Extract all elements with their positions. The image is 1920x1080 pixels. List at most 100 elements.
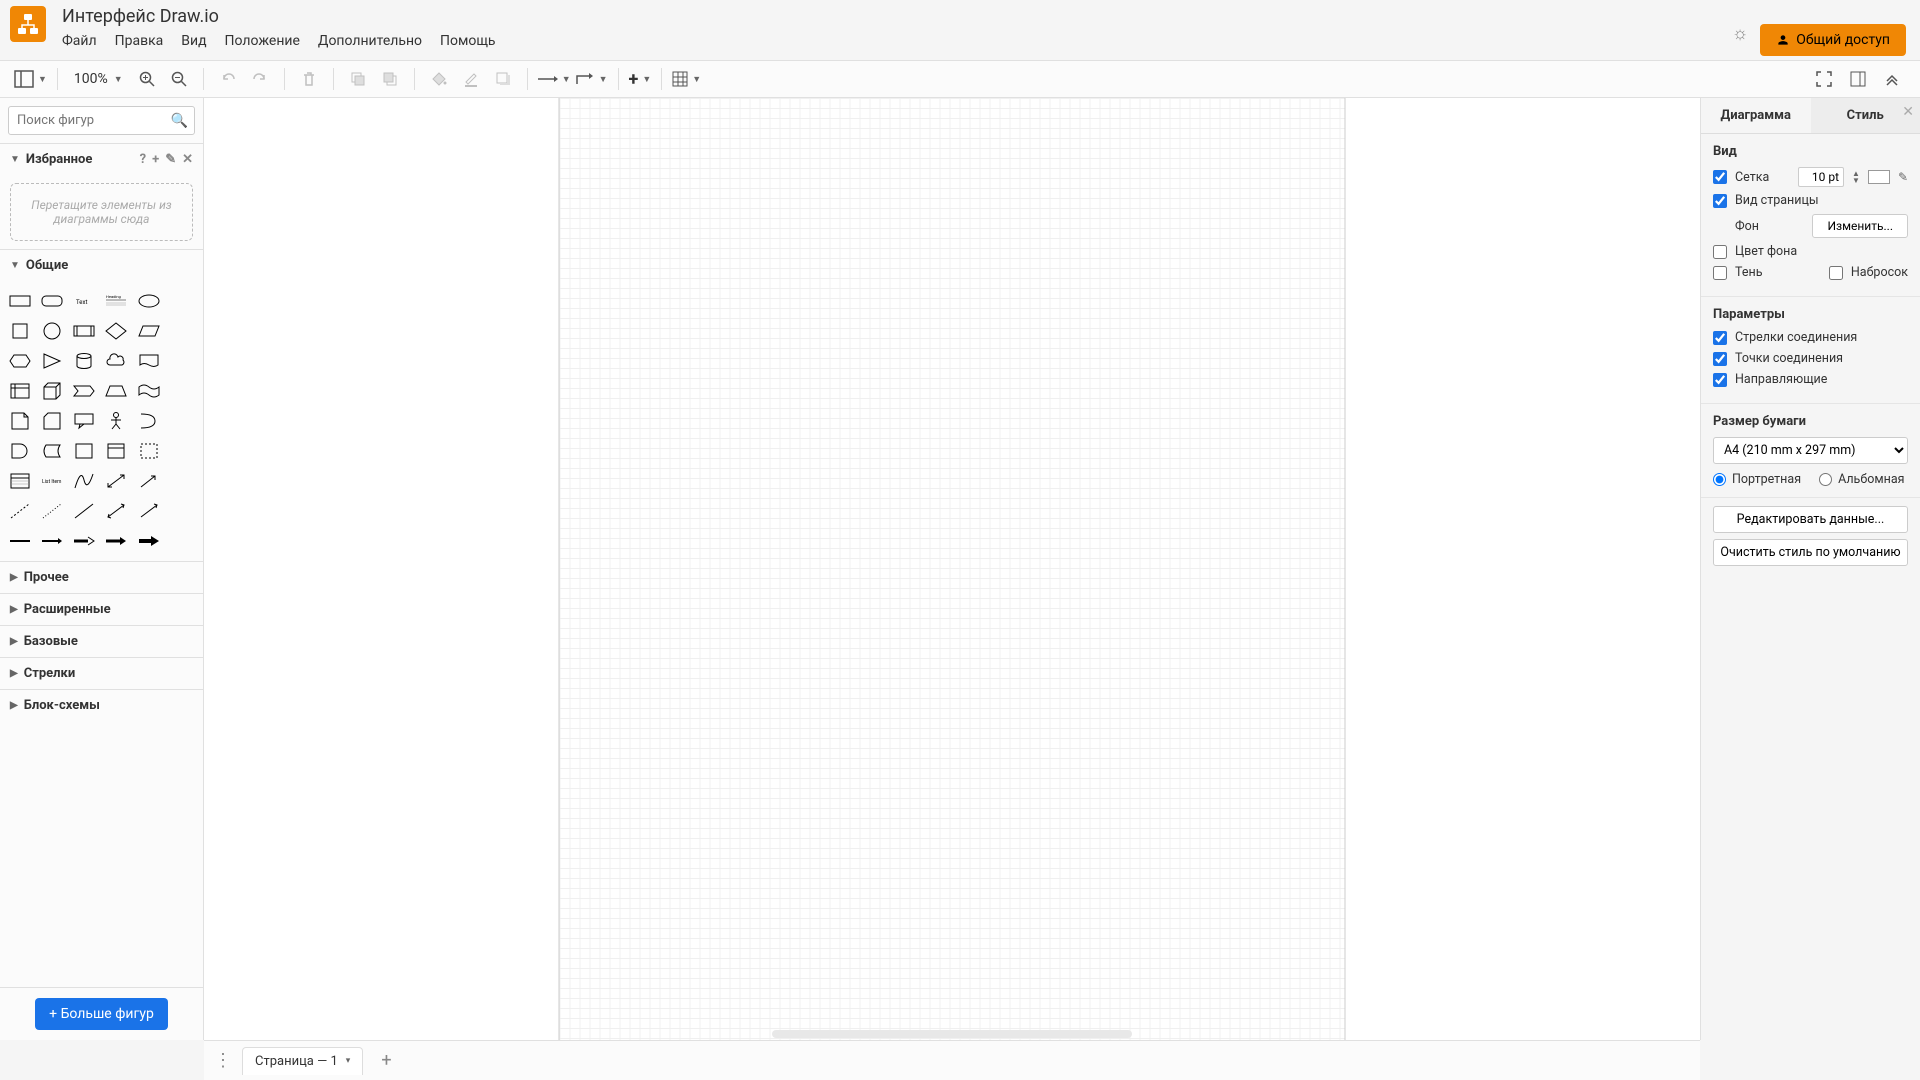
theme-toggle-icon[interactable]: ☼ — [1732, 23, 1749, 44]
shape-note[interactable] — [6, 407, 34, 435]
reset-style-button[interactable]: Очистить стиль по умолчанию — [1713, 539, 1908, 566]
shape-thin-arrow[interactable] — [38, 527, 66, 555]
close-panel-icon[interactable]: ✕ — [1902, 104, 1914, 120]
radio-portrait-wrap[interactable]: Портретная — [1713, 472, 1801, 487]
shape-cube[interactable] — [38, 377, 66, 405]
app-logo[interactable] — [10, 6, 46, 42]
line-color-button[interactable] — [457, 65, 485, 93]
shape-internal-storage[interactable] — [6, 377, 34, 405]
shape-dashed-line[interactable] — [6, 497, 34, 525]
shape-step[interactable] — [70, 377, 98, 405]
menu-help[interactable]: Помощь — [440, 33, 496, 49]
fullscreen-button[interactable] — [1810, 65, 1838, 93]
tab-diagram[interactable]: Диаграмма — [1701, 98, 1811, 133]
menu-arrange[interactable]: Положение — [225, 33, 300, 49]
shape-rounded-rect[interactable] — [38, 287, 66, 315]
waypoint-dropdown[interactable]: ▼ — [575, 72, 608, 86]
shape-trapezoid[interactable] — [102, 377, 130, 405]
shape-link[interactable] — [6, 527, 34, 555]
shadow-button[interactable] — [489, 65, 517, 93]
grid-size-stepper[interactable]: ▲▼ — [1852, 170, 1860, 184]
view-dropdown[interactable]: ▼ — [14, 70, 47, 88]
shape-data-storage[interactable] — [38, 437, 66, 465]
shape-titled-container[interactable] — [102, 437, 130, 465]
shape-group[interactable] — [135, 437, 163, 465]
shape-and[interactable] — [6, 437, 34, 465]
shape-text[interactable]: Text — [70, 287, 98, 315]
edit-icon[interactable]: ✎ — [165, 152, 176, 167]
insert-dropdown[interactable]: +▼ — [629, 69, 652, 90]
shape-hexagon[interactable] — [6, 347, 34, 375]
shape-list-item[interactable]: List Item — [38, 467, 66, 495]
shape-bidirectional-arrow[interactable] — [102, 467, 130, 495]
shape-list[interactable] — [6, 467, 34, 495]
section-header-misc[interactable]: ▶Прочее — [0, 562, 203, 593]
checkbox-sketch[interactable] — [1829, 266, 1843, 280]
shape-document[interactable] — [135, 347, 163, 375]
shape-container[interactable] — [70, 437, 98, 465]
table-dropdown[interactable]: ▼ — [672, 71, 701, 87]
shape-parallelogram[interactable] — [135, 317, 163, 345]
format-panel-button[interactable] — [1844, 65, 1872, 93]
search-input[interactable] — [9, 107, 194, 134]
connection-dropdown[interactable]: ▼ — [538, 74, 571, 85]
close-icon[interactable]: ✕ — [182, 152, 193, 167]
collapse-button[interactable] — [1878, 65, 1906, 93]
section-header-arrows[interactable]: ▶Стрелки — [0, 658, 203, 689]
shape-bidir-connector[interactable] — [102, 497, 130, 525]
radio-landscape[interactable] — [1819, 473, 1832, 486]
change-background-button[interactable]: Изменить... — [1812, 214, 1908, 238]
shape-card[interactable] — [38, 407, 66, 435]
shape-tape[interactable] — [135, 377, 163, 405]
checkbox-bg-color[interactable] — [1713, 245, 1727, 259]
paper-size-select[interactable]: A4 (210 mm x 297 mm) — [1713, 437, 1908, 464]
canvas-area[interactable] — [204, 98, 1700, 1040]
shape-cylinder[interactable] — [70, 347, 98, 375]
checkbox-guides[interactable] — [1713, 373, 1727, 387]
section-header-general[interactable]: ▼ Общие — [0, 250, 203, 281]
shape-triangle[interactable] — [38, 347, 66, 375]
menu-edit[interactable]: Правка — [115, 33, 164, 49]
delete-button[interactable] — [295, 65, 323, 93]
checkbox-conn-arrows[interactable] — [1713, 331, 1727, 345]
more-shapes-button[interactable]: + Больше фигур — [35, 998, 168, 1030]
shape-rectangle[interactable] — [6, 287, 34, 315]
zoom-out-button[interactable] — [165, 65, 193, 93]
menu-view[interactable]: Вид — [181, 33, 206, 49]
edit-data-button[interactable]: Редактировать данные... — [1713, 506, 1908, 533]
radio-portrait[interactable] — [1713, 473, 1726, 486]
shape-thick-arrow[interactable] — [102, 527, 130, 555]
shape-ellipse[interactable] — [135, 287, 163, 315]
menu-extras[interactable]: Дополнительно — [318, 33, 422, 49]
redo-button[interactable] — [246, 65, 274, 93]
undo-button[interactable] — [214, 65, 242, 93]
grid-size-input[interactable] — [1798, 167, 1844, 187]
to-front-button[interactable] — [344, 65, 372, 93]
shape-callout[interactable] — [70, 407, 98, 435]
to-back-button[interactable] — [376, 65, 404, 93]
shape-actor[interactable] — [102, 407, 130, 435]
help-icon[interactable]: ? — [140, 152, 146, 167]
section-header-basic[interactable]: ▶Базовые — [0, 626, 203, 657]
scratch-dropzone[interactable]: Перетащите элементы из диаграммы сюда — [10, 183, 193, 241]
shape-circle[interactable] — [38, 317, 66, 345]
checkbox-page-view[interactable] — [1713, 194, 1727, 208]
shape-line[interactable] — [70, 497, 98, 525]
horizontal-scrollbar[interactable] — [772, 1030, 1132, 1038]
add-page-button[interactable]: + — [373, 1050, 399, 1071]
shape-arrow[interactable] — [135, 467, 163, 495]
shape-cloud[interactable] — [102, 347, 130, 375]
section-header-favorites[interactable]: ▼ Избранное ? + ✎ ✕ — [0, 144, 203, 175]
checkbox-shadow[interactable] — [1713, 266, 1727, 280]
menu-file[interactable]: Файл — [62, 33, 97, 49]
edit-grid-color-icon[interactable]: ✎ — [1898, 170, 1908, 184]
add-icon[interactable]: + — [152, 152, 159, 167]
checkbox-grid[interactable] — [1713, 170, 1727, 184]
section-header-flowchart[interactable]: ▶Блок-схемы — [0, 690, 203, 721]
zoom-level[interactable]: 100% ▼ — [68, 71, 129, 87]
shape-square[interactable] — [6, 317, 34, 345]
section-header-advanced[interactable]: ▶Расширенные — [0, 594, 203, 625]
fill-color-button[interactable] — [425, 65, 453, 93]
shape-diamond[interactable] — [102, 317, 130, 345]
share-button[interactable]: Общий доступ — [1760, 24, 1906, 56]
